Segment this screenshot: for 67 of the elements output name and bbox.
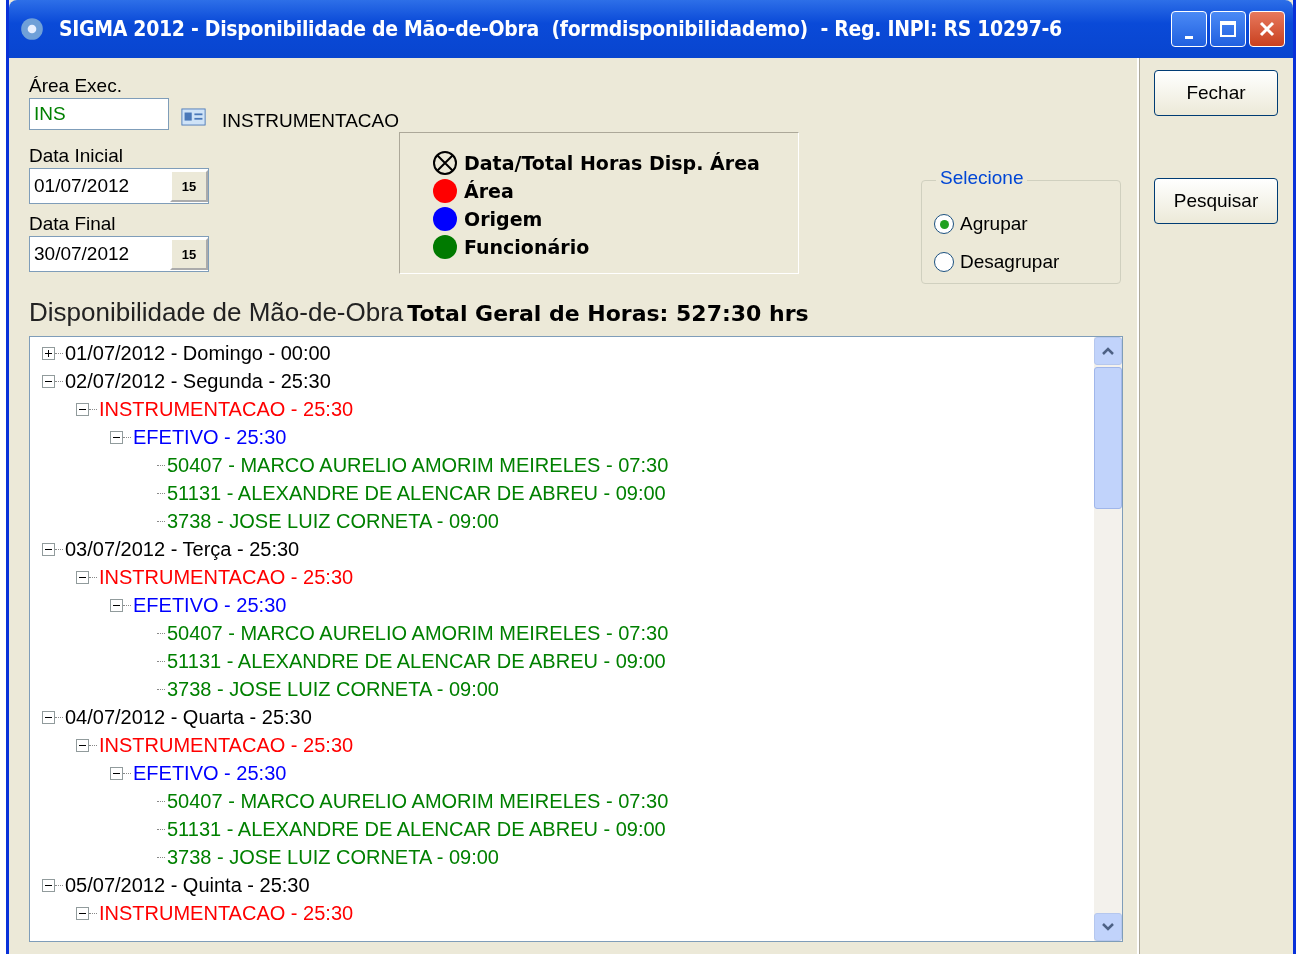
legend-label: Funcionário <box>464 236 590 258</box>
expander-icon[interactable] <box>110 430 123 444</box>
area-field[interactable]: INS <box>29 98 169 130</box>
origin-node[interactable]: EFETIVO - 25:30 <box>133 425 287 449</box>
expander-icon[interactable] <box>76 906 89 920</box>
scroll-thumb[interactable] <box>1094 367 1122 509</box>
legend-label: Origem <box>464 208 543 230</box>
expander-icon[interactable] <box>110 598 123 612</box>
calendar-button[interactable]: 15 <box>170 170 208 202</box>
radio-option[interactable]: Desagrupar <box>934 243 1120 281</box>
start-date-field[interactable]: 01/07/2012 15 <box>29 168 209 204</box>
date-node[interactable]: 03/07/2012 - Terça - 25:30 <box>65 537 300 561</box>
close-window-button[interactable]: Fechar <box>1154 70 1278 116</box>
maximize-button[interactable] <box>1210 11 1246 47</box>
expander-icon[interactable] <box>76 738 89 752</box>
employee-node[interactable]: 51131 - ALEXANDRE DE ALENCAR DE ABREU - 09:00 <box>167 817 666 841</box>
maximize-icon <box>1219 20 1237 38</box>
origin-node[interactable]: EFETIVO - 25:30 <box>133 593 287 617</box>
end-date-label: Data Final <box>29 212 117 236</box>
scrollbar[interactable] <box>1094 337 1122 941</box>
employee-node[interactable]: 50407 - MARCO AURELIO AMORIM MEIRELES - 07:30 <box>167 453 669 477</box>
employee-node[interactable]: 3738 - JOSE LUIZ CORNETA - 09:00 <box>167 845 499 869</box>
crossed-circle-icon <box>432 150 458 176</box>
window-title: SIGMA 2012 - Disponibilidade de Mão-de-Obra (formdisponibilidademo) - Reg. INPI: RS 10297-6 <box>59 17 1062 41</box>
area-node[interactable]: INSTRUMENTACAO - 25:30 <box>99 565 354 589</box>
end-date-field[interactable]: 30/07/2012 15 <box>29 236 209 272</box>
date-node[interactable]: 04/07/2012 - Quarta - 25:30 <box>65 705 312 729</box>
close-button[interactable] <box>1249 11 1285 47</box>
employee-node[interactable]: 50407 - MARCO AURELIO AMORIM MEIRELES - 07:30 <box>167 789 669 813</box>
date-node[interactable]: 02/07/2012 - Segunda - 25:30 <box>65 369 331 393</box>
area-description: INSTRUMENTACAO <box>222 110 399 132</box>
card-icon[interactable] <box>181 106 206 128</box>
employee-node[interactable]: 50407 - MARCO AURELIO AMORIM MEIRELES - 07:30 <box>167 621 669 645</box>
area-node[interactable]: INSTRUMENTACAO - 25:30 <box>99 733 354 757</box>
scroll-up-icon[interactable] <box>1094 337 1122 365</box>
expander-icon[interactable] <box>42 710 55 724</box>
area-label: Área Exec. <box>29 74 123 98</box>
origin-node[interactable]: EFETIVO - 25:30 <box>133 761 287 785</box>
total-hours: Total Geral de Horas: 527:30 hrs <box>407 301 809 326</box>
area-node[interactable]: INSTRUMENTACAO - 25:30 <box>99 397 354 421</box>
employee-node[interactable]: 51131 - ALEXANDRE DE ALENCAR DE ABREU - 09:00 <box>167 649 666 673</box>
expander-icon[interactable] <box>42 346 55 360</box>
expander-icon[interactable] <box>42 374 55 388</box>
expander-icon[interactable] <box>76 570 89 584</box>
calendar-button[interactable]: 15 <box>170 238 208 270</box>
expander-icon[interactable] <box>42 878 55 892</box>
expander-icon[interactable] <box>76 402 89 416</box>
radio-button[interactable] <box>934 252 954 272</box>
date-node[interactable]: 05/07/2012 - Quinta - 25:30 <box>65 873 310 897</box>
area-node[interactable]: INSTRUMENTACAO - 25:30 <box>99 901 354 925</box>
employee-node[interactable]: 3738 - JOSE LUIZ CORNETA - 09:00 <box>167 509 499 533</box>
scroll-down-icon[interactable] <box>1094 913 1122 941</box>
minimize-button[interactable] <box>1171 11 1207 47</box>
search-button[interactable]: Pesquisar <box>1154 178 1278 224</box>
expander-icon[interactable] <box>110 766 123 780</box>
employee-node[interactable]: 51131 - ALEXANDRE DE ALENCAR DE ABREU - 09:00 <box>167 481 666 505</box>
legend-label: Área <box>464 180 514 202</box>
start-date-label: Data Inicial <box>29 144 124 168</box>
expander-icon[interactable] <box>42 542 55 556</box>
employee-node[interactable]: 3738 - JOSE LUIZ CORNETA - 09:00 <box>167 677 499 701</box>
radio-button[interactable] <box>934 214 954 234</box>
date-node[interactable]: 01/07/2012 - Domingo - 00:00 <box>65 341 331 365</box>
minimize-icon <box>1185 35 1193 39</box>
section-title: Disponibilidade de Mão-de-Obra <box>29 297 404 328</box>
close-icon <box>1258 20 1276 38</box>
legend-label: Data/Total Horas Disp. Área <box>464 152 760 174</box>
radio-option[interactable]: Agrupar <box>934 205 1120 243</box>
